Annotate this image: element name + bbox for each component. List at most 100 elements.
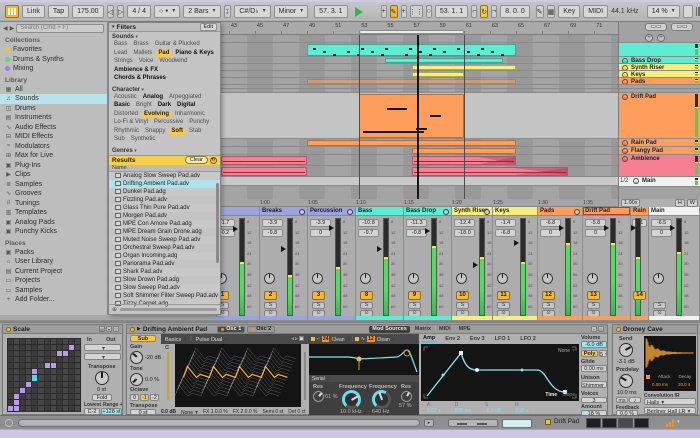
volume-value[interactable]: -6.0 dB <box>581 341 607 348</box>
f1-res-value[interactable]: 61 % <box>325 394 338 400</box>
scale-cell[interactable] <box>62 381 68 387</box>
scale-cell[interactable] <box>74 375 80 381</box>
wavetable-name-select[interactable]: Pulse Dual <box>196 336 228 343</box>
volume-field[interactable]: -9.7 <box>358 229 379 237</box>
sidebar-item-drums-synths[interactable]: Drums & Synths <box>0 55 107 65</box>
scale-cell[interactable] <box>56 351 62 357</box>
scale-cell[interactable] <box>68 405 74 411</box>
solo-button[interactable]: S <box>360 302 373 309</box>
tab-osc-1[interactable]: Osc 1 <box>217 325 246 333</box>
predelay-ms-toggle[interactable]: ms <box>616 397 628 403</box>
track-header-main[interactable]: 1/2 • Main <box>619 177 700 187</box>
filter-tag[interactable]: Soft <box>169 127 186 135</box>
filters-edit-button[interactable]: Edit <box>199 23 217 31</box>
scale-cell[interactable] <box>56 369 62 375</box>
result-item[interactable]: Dunkel Pad.adg <box>109 187 220 196</box>
scale-cell[interactable] <box>74 387 80 393</box>
filter-group-label[interactable]: Character <box>109 85 220 94</box>
sidebar-item-grooves[interactable]: ∿ Grooves <box>0 189 107 199</box>
peak-level-field[interactable]: -3.9 <box>262 219 283 227</box>
scale-cell[interactable] <box>44 345 50 351</box>
scale-cell[interactable] <box>62 369 68 375</box>
sidebar-item-user-library[interactable]: ⌂ User Library <box>0 257 107 267</box>
sustain-value[interactable]: -6.0 dB <box>485 408 501 414</box>
scale-cell[interactable] <box>20 357 26 363</box>
result-item[interactable]: Analog Slow Sweep Pad.adv <box>109 171 220 180</box>
env-tab-lfo-2[interactable]: LFO 2 <box>518 336 538 342</box>
scale-cell[interactable] <box>32 393 38 399</box>
result-item[interactable]: MPE Con Amore Pad.adg <box>109 219 220 228</box>
scale-cell[interactable] <box>14 345 20 351</box>
scale-cell[interactable] <box>44 399 50 405</box>
scale-cell[interactable] <box>26 381 32 387</box>
volume-fader[interactable] <box>514 240 519 247</box>
result-item[interactable]: Morgen Pad.adv <box>109 212 220 220</box>
scale-out-select[interactable] <box>84 353 121 360</box>
arrangement-lanes[interactable] <box>221 35 618 199</box>
mixer-track-name[interactable]: Rain Pad <box>631 207 648 216</box>
punch-out-button[interactable]: ¬ <box>491 5 498 18</box>
filter-tag[interactable]: Basic <box>112 102 132 110</box>
results-name-column-header[interactable]: Name <box>109 164 220 172</box>
peak-level-field[interactable]: -5.8 <box>585 219 606 227</box>
track-arm-icon[interactable]: • <box>622 94 628 100</box>
scale-cell[interactable] <box>44 351 50 357</box>
time-signature-field[interactable]: 4 / 4 <box>127 5 151 18</box>
loop-button[interactable]: ↻ <box>480 5 489 18</box>
scale-cell[interactable] <box>32 339 38 345</box>
scale-cell[interactable] <box>20 405 26 411</box>
volume-fader[interactable] <box>329 224 334 231</box>
track-arm-icon[interactable]: • <box>622 156 628 162</box>
scale-cell[interactable] <box>74 357 80 363</box>
scale-cell[interactable] <box>8 375 14 381</box>
tab-osc-2[interactable]: Osc 2 <box>247 325 276 333</box>
envelope-display[interactable]: None Time Slope <box>421 344 579 401</box>
scale-cell[interactable] <box>32 381 38 387</box>
peak-level-field[interactable]: -6.5 <box>651 219 672 227</box>
play-button[interactable] <box>354 6 363 17</box>
arrangement-lane[interactable] <box>221 139 618 147</box>
arrangement-lane[interactable] <box>221 57 618 64</box>
env-tab-lfo-1[interactable]: LFO 1 <box>493 336 513 342</box>
peak-level-field[interactable]: -11.3 <box>406 219 427 227</box>
scale-cell[interactable] <box>50 405 56 411</box>
midi-map-button[interactable]: MIDI <box>583 5 609 18</box>
back-to-arrangement-button[interactable]: ▭▭ <box>671 23 693 31</box>
arrangement-lane[interactable] <box>221 71 618 78</box>
mixer-strip-pads[interactable]: Pads -6.8 0 6 12 18 24 30 36 42 48 60 12 S ⊙ <box>538 207 583 320</box>
filter-tag[interactable]: Lo-Fi & Vinyl <box>112 119 150 127</box>
filter-tag[interactable]: Punchy <box>187 119 211 127</box>
peak-level-field[interactable]: -3.9 <box>310 219 331 227</box>
device-title-icons[interactable]: − ◎ <box>591 326 604 332</box>
sidebar-item-current-project[interactable]: ▤ Current Project <box>0 267 107 277</box>
scale-cell[interactable] <box>8 363 14 369</box>
scale-cell[interactable] <box>74 363 80 369</box>
scale-cell[interactable] <box>44 369 50 375</box>
sidebar-item-midi-effects[interactable]: ⊟ MIDI Effects <box>0 132 107 142</box>
track-collapse-icon[interactable] <box>484 208 490 215</box>
sidebar-item-templates[interactable]: ▥ Templates <box>0 208 107 218</box>
filter-tag[interactable]: Stab <box>187 128 203 136</box>
mixer-track-name[interactable]: Drift Pad <box>583 207 630 216</box>
glide-value[interactable]: 0.00 ms <box>581 365 607 372</box>
scale-cell[interactable] <box>68 363 74 369</box>
tone-value[interactable]: 0.0 % <box>145 377 159 383</box>
range-value[interactable]: +128 st <box>101 408 122 415</box>
tab-mod-sources[interactable]: Mod Sources <box>369 325 410 333</box>
scale-cell[interactable] <box>20 363 26 369</box>
track-activator[interactable]: 11 <box>497 291 510 300</box>
selected-track-chip[interactable]: Drift Pad <box>545 418 579 425</box>
result-item[interactable]: Glass Thin Pure Pad.adv <box>109 203 220 212</box>
scale-cell[interactable] <box>38 345 44 351</box>
scale-cell[interactable] <box>56 399 62 405</box>
fold-button[interactable]: Fold <box>92 394 112 401</box>
scale-cell[interactable] <box>56 375 62 381</box>
results-h-scrollbar[interactable] <box>120 307 217 311</box>
scale-cell[interactable] <box>50 381 56 387</box>
scale-cell[interactable] <box>74 339 80 345</box>
filter-tag[interactable]: Evolving <box>142 110 172 118</box>
sidebar-item-instruments[interactable]: ▤ Instruments <box>0 113 107 123</box>
scale-cell[interactable] <box>26 345 32 351</box>
scale-cell[interactable] <box>26 369 32 375</box>
env-tab-env-3[interactable]: Env 3 <box>468 336 487 342</box>
